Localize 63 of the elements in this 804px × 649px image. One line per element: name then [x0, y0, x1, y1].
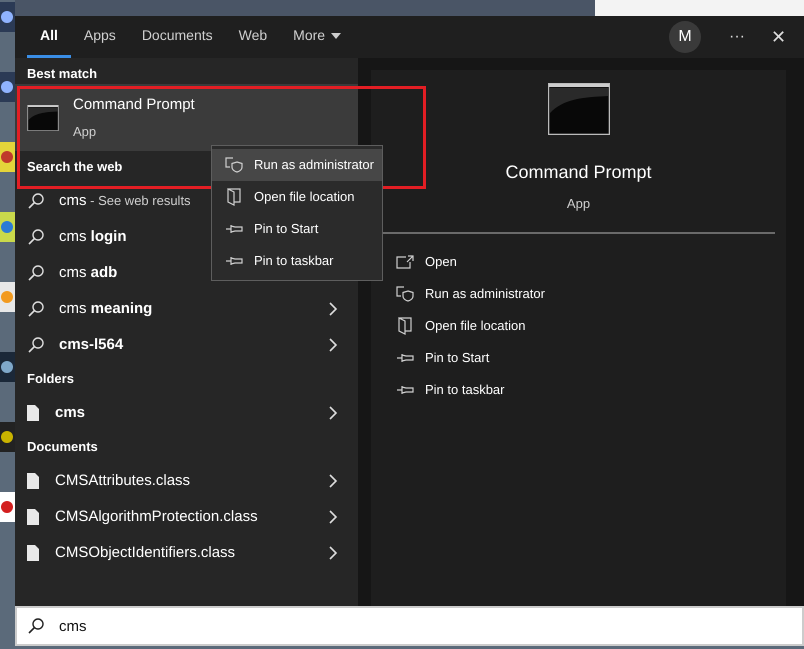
- shield-window-icon: [396, 286, 414, 302]
- preview-action[interactable]: Open: [395, 246, 786, 278]
- preview-action[interactable]: Open file location: [395, 310, 786, 342]
- desktop-shortcut-icon[interactable]: [0, 72, 15, 102]
- best-match-result[interactable]: Command Prompt App: [15, 84, 358, 151]
- section-heading: Folders: [26, 370, 75, 388]
- chevron-icon[interactable]: [328, 406, 338, 420]
- pin-icon: [396, 384, 414, 396]
- search-icon: [27, 264, 45, 282]
- account-avatar[interactable]: M: [669, 21, 702, 53]
- chevron-icon[interactable]: [328, 510, 338, 524]
- context-menu-item[interactable]: Pin to Start: [212, 213, 382, 245]
- section-heading: Best match: [26, 65, 98, 83]
- chevron-icon[interactable]: [328, 474, 338, 488]
- context-menu-item[interactable]: Pin to taskbar: [212, 245, 382, 277]
- search-field[interactable]: cms: [15, 606, 804, 646]
- desktop-shortcut-icon[interactable]: [0, 492, 15, 522]
- terminal-icon: [27, 104, 59, 130]
- filter-tab[interactable]: Web: [226, 16, 280, 58]
- filter-tab[interactable]: Apps: [70, 16, 129, 58]
- document-result[interactable]: CMSAttributes.class: [15, 463, 358, 499]
- pin-icon: [225, 223, 243, 235]
- preview-title: Command Prompt: [505, 161, 652, 184]
- search-icon: [27, 300, 45, 318]
- search-icon: [27, 192, 45, 210]
- pin-icon: [396, 352, 414, 364]
- shield-window-icon: [225, 157, 243, 173]
- document-result[interactable]: CMSAlgorithmProtection.class: [15, 499, 358, 535]
- desktop-shortcut-icon[interactable]: [0, 422, 15, 452]
- desktop-shortcut-icon[interactable]: [0, 2, 15, 32]
- result-type: App: [73, 123, 98, 141]
- web-search-suggestion[interactable]: cms meaning: [15, 291, 358, 327]
- preview-action[interactable]: Run as administrator: [395, 278, 786, 310]
- desktop-shortcut-icon[interactable]: [0, 142, 15, 172]
- document-icon: [27, 545, 39, 561]
- pin-icon: [225, 255, 243, 267]
- terminal-icon: [548, 83, 610, 135]
- filter-tab[interactable]: Documents: [128, 16, 226, 58]
- web-search-suggestion[interactable]: cms-l564: [15, 327, 358, 363]
- preview-action[interactable]: Pin to taskbar: [395, 374, 786, 406]
- chevron-icon[interactable]: [328, 338, 338, 352]
- caret-icon: [331, 32, 342, 38]
- section-heading: Documents: [26, 438, 99, 456]
- result-title: Command Prompt: [73, 94, 195, 114]
- desktop-shortcut-icon[interactable]: [0, 352, 15, 382]
- open-window-icon: [396, 255, 414, 269]
- preview-type: App: [566, 195, 590, 213]
- context-menu-item[interactable]: Run as administrator: [212, 149, 382, 181]
- section-heading: Search the web: [27, 158, 122, 176]
- context-menu-item[interactable]: Open file location: [212, 181, 382, 213]
- search-icon: [27, 228, 45, 246]
- filter-tab[interactable]: More: [280, 16, 354, 58]
- search-icon: [27, 336, 45, 354]
- preview-action[interactable]: Pin to Start: [395, 342, 786, 374]
- search-icon: [27, 617, 45, 635]
- document-icon: [27, 473, 39, 489]
- document-icon: [27, 509, 39, 525]
- chevron-icon[interactable]: [328, 302, 338, 316]
- more-options-button[interactable]: ···: [721, 25, 753, 49]
- close-button[interactable]: ✕: [763, 24, 794, 50]
- chevron-icon[interactable]: [328, 546, 338, 560]
- document-result[interactable]: CMSObjectIdentifiers.class: [15, 535, 358, 571]
- folder-result[interactable]: cms: [15, 395, 358, 431]
